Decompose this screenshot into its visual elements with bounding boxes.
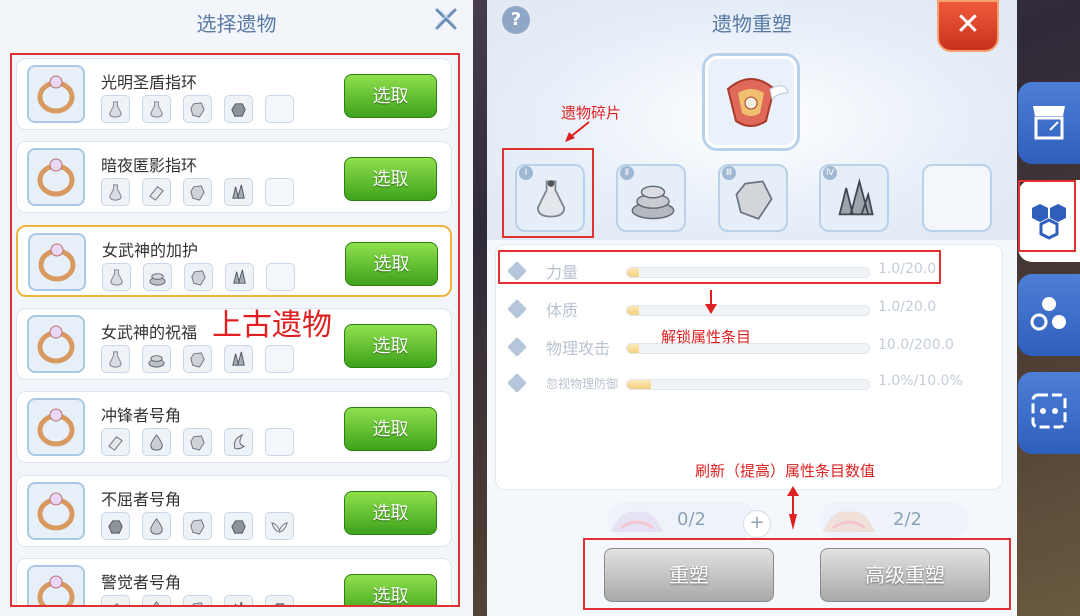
material-count: 0/2 bbox=[677, 509, 706, 530]
refresh-annotation: 刷新（提高）属性条目数值 bbox=[695, 462, 876, 480]
dice-icon bbox=[1031, 393, 1067, 429]
progress-fill bbox=[627, 306, 640, 315]
annotation-arrow bbox=[705, 290, 717, 314]
close-icon[interactable] bbox=[433, 6, 459, 32]
attribute-highlight bbox=[498, 250, 941, 284]
panel-header: 选择遗物 bbox=[0, 0, 473, 44]
attribute-value: 1.0%/10.0% bbox=[878, 373, 963, 389]
material-count: 2/2 bbox=[893, 509, 922, 530]
ancient-relic-annotation: 上古遗物 bbox=[212, 308, 332, 343]
shop-icon bbox=[1033, 106, 1065, 140]
fragment-slot[interactable]: Ⅳ bbox=[819, 164, 889, 232]
attribute-name: 物理攻击 bbox=[546, 339, 611, 358]
attribute-value: 10.0/200.0 bbox=[878, 337, 954, 353]
attribute-row: 忽视物理防御 1.0%/10.0% bbox=[507, 371, 980, 395]
tab-shop[interactable] bbox=[1018, 82, 1080, 164]
fragment-slot-highlight bbox=[502, 148, 594, 238]
tab-dice[interactable] bbox=[1018, 372, 1080, 454]
fragment-slot[interactable] bbox=[922, 164, 992, 232]
diamond-icon bbox=[507, 337, 527, 357]
advanced-material-counter: 2/2 bbox=[819, 502, 969, 538]
annotation-arrow bbox=[565, 121, 590, 142]
fragment-slot[interactable]: Ⅲ bbox=[718, 164, 788, 232]
unlock-attribute-annotation: 解锁属性条目 bbox=[661, 328, 752, 346]
add-material-button[interactable]: + bbox=[743, 510, 771, 538]
attribute-progress-bar bbox=[626, 379, 870, 390]
fragment-slot[interactable]: Ⅱ bbox=[616, 164, 686, 232]
attribute-progress-bar bbox=[626, 305, 870, 316]
attribute-value: 1.0/20.0 bbox=[878, 299, 937, 315]
diamond-icon bbox=[507, 299, 527, 319]
tab-nodes[interactable] bbox=[1018, 274, 1080, 356]
panel-title: 选择遗物 bbox=[196, 12, 277, 36]
progress-fill bbox=[627, 380, 652, 389]
material-counter: 0/2 bbox=[607, 502, 757, 538]
attribute-name: 忽视物理防御 bbox=[546, 377, 619, 391]
selected-relic-icon bbox=[705, 56, 797, 148]
diamond-icon bbox=[507, 373, 527, 393]
nodes-icon bbox=[1030, 297, 1066, 331]
select-relic-panel: 选择遗物 光明圣盾指环 选取 暗夜匿影指环 选取 女武神的加护 选取 女武神的祝福 选取 冲锋者… bbox=[0, 0, 473, 616]
relic-reforge-panel: ? 遗物重塑 ✕ ⅠⅡⅢⅣ 遗物碎片 力量 1.0/20.0 体质 1.0/20.0 物… bbox=[487, 0, 1017, 616]
progress-fill bbox=[627, 344, 640, 353]
close-button[interactable]: ✕ bbox=[937, 0, 999, 52]
attribute-row: 体质 1.0/20.0 bbox=[507, 297, 980, 321]
reforge-buttons-highlight bbox=[583, 538, 1011, 610]
annotation-arrow bbox=[787, 486, 799, 530]
relic-tab-highlight bbox=[1018, 180, 1076, 252]
attribute-name: 体质 bbox=[546, 301, 579, 320]
